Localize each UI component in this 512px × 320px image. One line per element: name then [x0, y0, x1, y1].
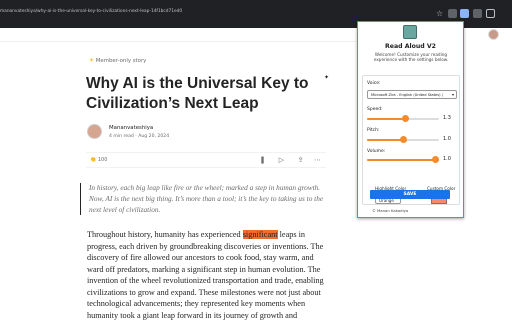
author-row: Mananvateshiya 4 min read · Aug 20, 2024 [87, 124, 287, 142]
clap-button[interactable]: 👏 100 [90, 157, 107, 163]
read-aloud-icon[interactable] [460, 9, 469, 18]
article-meta: 4 min read · Aug 20, 2024 [109, 134, 170, 139]
voice-select[interactable]: Microsoft Zira - English (United States)… [367, 90, 457, 99]
puzzle-icon[interactable] [473, 9, 482, 18]
sidepanel-icon[interactable] [486, 9, 495, 18]
voice-value: Microsoft Zira - English (United States)… [371, 93, 444, 97]
highlighted-word: significant [242, 230, 278, 239]
popup-subtitle: Welcome! Customize your reading experien… [373, 52, 449, 63]
speed-label: Speed: [367, 107, 383, 112]
popup-title: Read Aloud V2 [385, 43, 436, 50]
article-quote: In history, each big leap like fire or t… [80, 183, 325, 216]
voice-label: Voice: [367, 81, 381, 86]
body-text-rest: leaps in progress, each driven by ground… [87, 230, 324, 320]
bookmark-star-icon[interactable]: ☆ [436, 9, 445, 18]
user-avatar[interactable] [488, 29, 499, 40]
slider-fill [367, 139, 403, 141]
author-avatar[interactable] [87, 124, 102, 139]
article-title: Why AI is the Universal Key to Civilizat… [86, 75, 309, 112]
popup-header: Read Aloud V2 Welcome! Customize your re… [358, 22, 463, 70]
share-icon[interactable]: ⇪ [296, 156, 305, 165]
pitch-label: Pitch: [367, 128, 380, 133]
settings-panel: Voice: Microsoft Zira - English (United … [362, 75, 460, 205]
slider-fill [367, 118, 406, 120]
star-icon: ✦ [89, 57, 95, 64]
play-icon[interactable]: ▷ [277, 156, 286, 165]
volume-value: 1.0 [443, 156, 451, 162]
speed-value: 1.3 [443, 115, 451, 121]
speed-slider[interactable] [367, 114, 439, 123]
address-bar[interactable]: mananvateshiya/why-ai-is-the-universal-k… [0, 9, 182, 14]
pitch-slider[interactable] [367, 135, 439, 144]
site-header [0, 28, 360, 42]
pitch-value: 1.0 [443, 136, 451, 142]
volume-label: Volume: [367, 149, 386, 154]
slider-thumb[interactable] [399, 136, 407, 143]
popup-footer: © Manan Kakadiya [372, 208, 409, 213]
member-label: Member-only story [95, 58, 147, 64]
slider-thumb[interactable] [401, 115, 409, 122]
chevron-down-icon: ▾ [451, 92, 454, 97]
screen: mananvateshiya/why-ai-is-the-universal-k… [0, 0, 512, 320]
read-aloud-popup: Read Aloud V2 Welcome! Customize your re… [357, 21, 464, 218]
volume-slider[interactable] [367, 155, 439, 164]
article-body: Throughout history, humanity has experie… [87, 229, 327, 320]
more-icon[interactable]: ⋯ [313, 156, 322, 165]
member-only-badge: ✦ Member-only story [89, 57, 146, 64]
body-text-start: Throughout history, humanity has experie… [87, 230, 243, 239]
read-aloud-logo-icon [403, 25, 417, 39]
slider-thumb[interactable] [432, 156, 439, 163]
save-button[interactable]: SAVE [370, 190, 450, 199]
clap-count: 100 [97, 157, 108, 163]
author-name[interactable]: Mananvateshiya [109, 125, 153, 131]
extension-icon[interactable] [448, 9, 457, 18]
bookmark-icon[interactable]: ❚ [258, 156, 267, 165]
article-actions-bar: 👏 100 ❚ ▷ ⇪ ⋯ [86, 152, 326, 168]
slider-fill [367, 159, 439, 161]
clap-icon: 👏 [90, 157, 97, 163]
